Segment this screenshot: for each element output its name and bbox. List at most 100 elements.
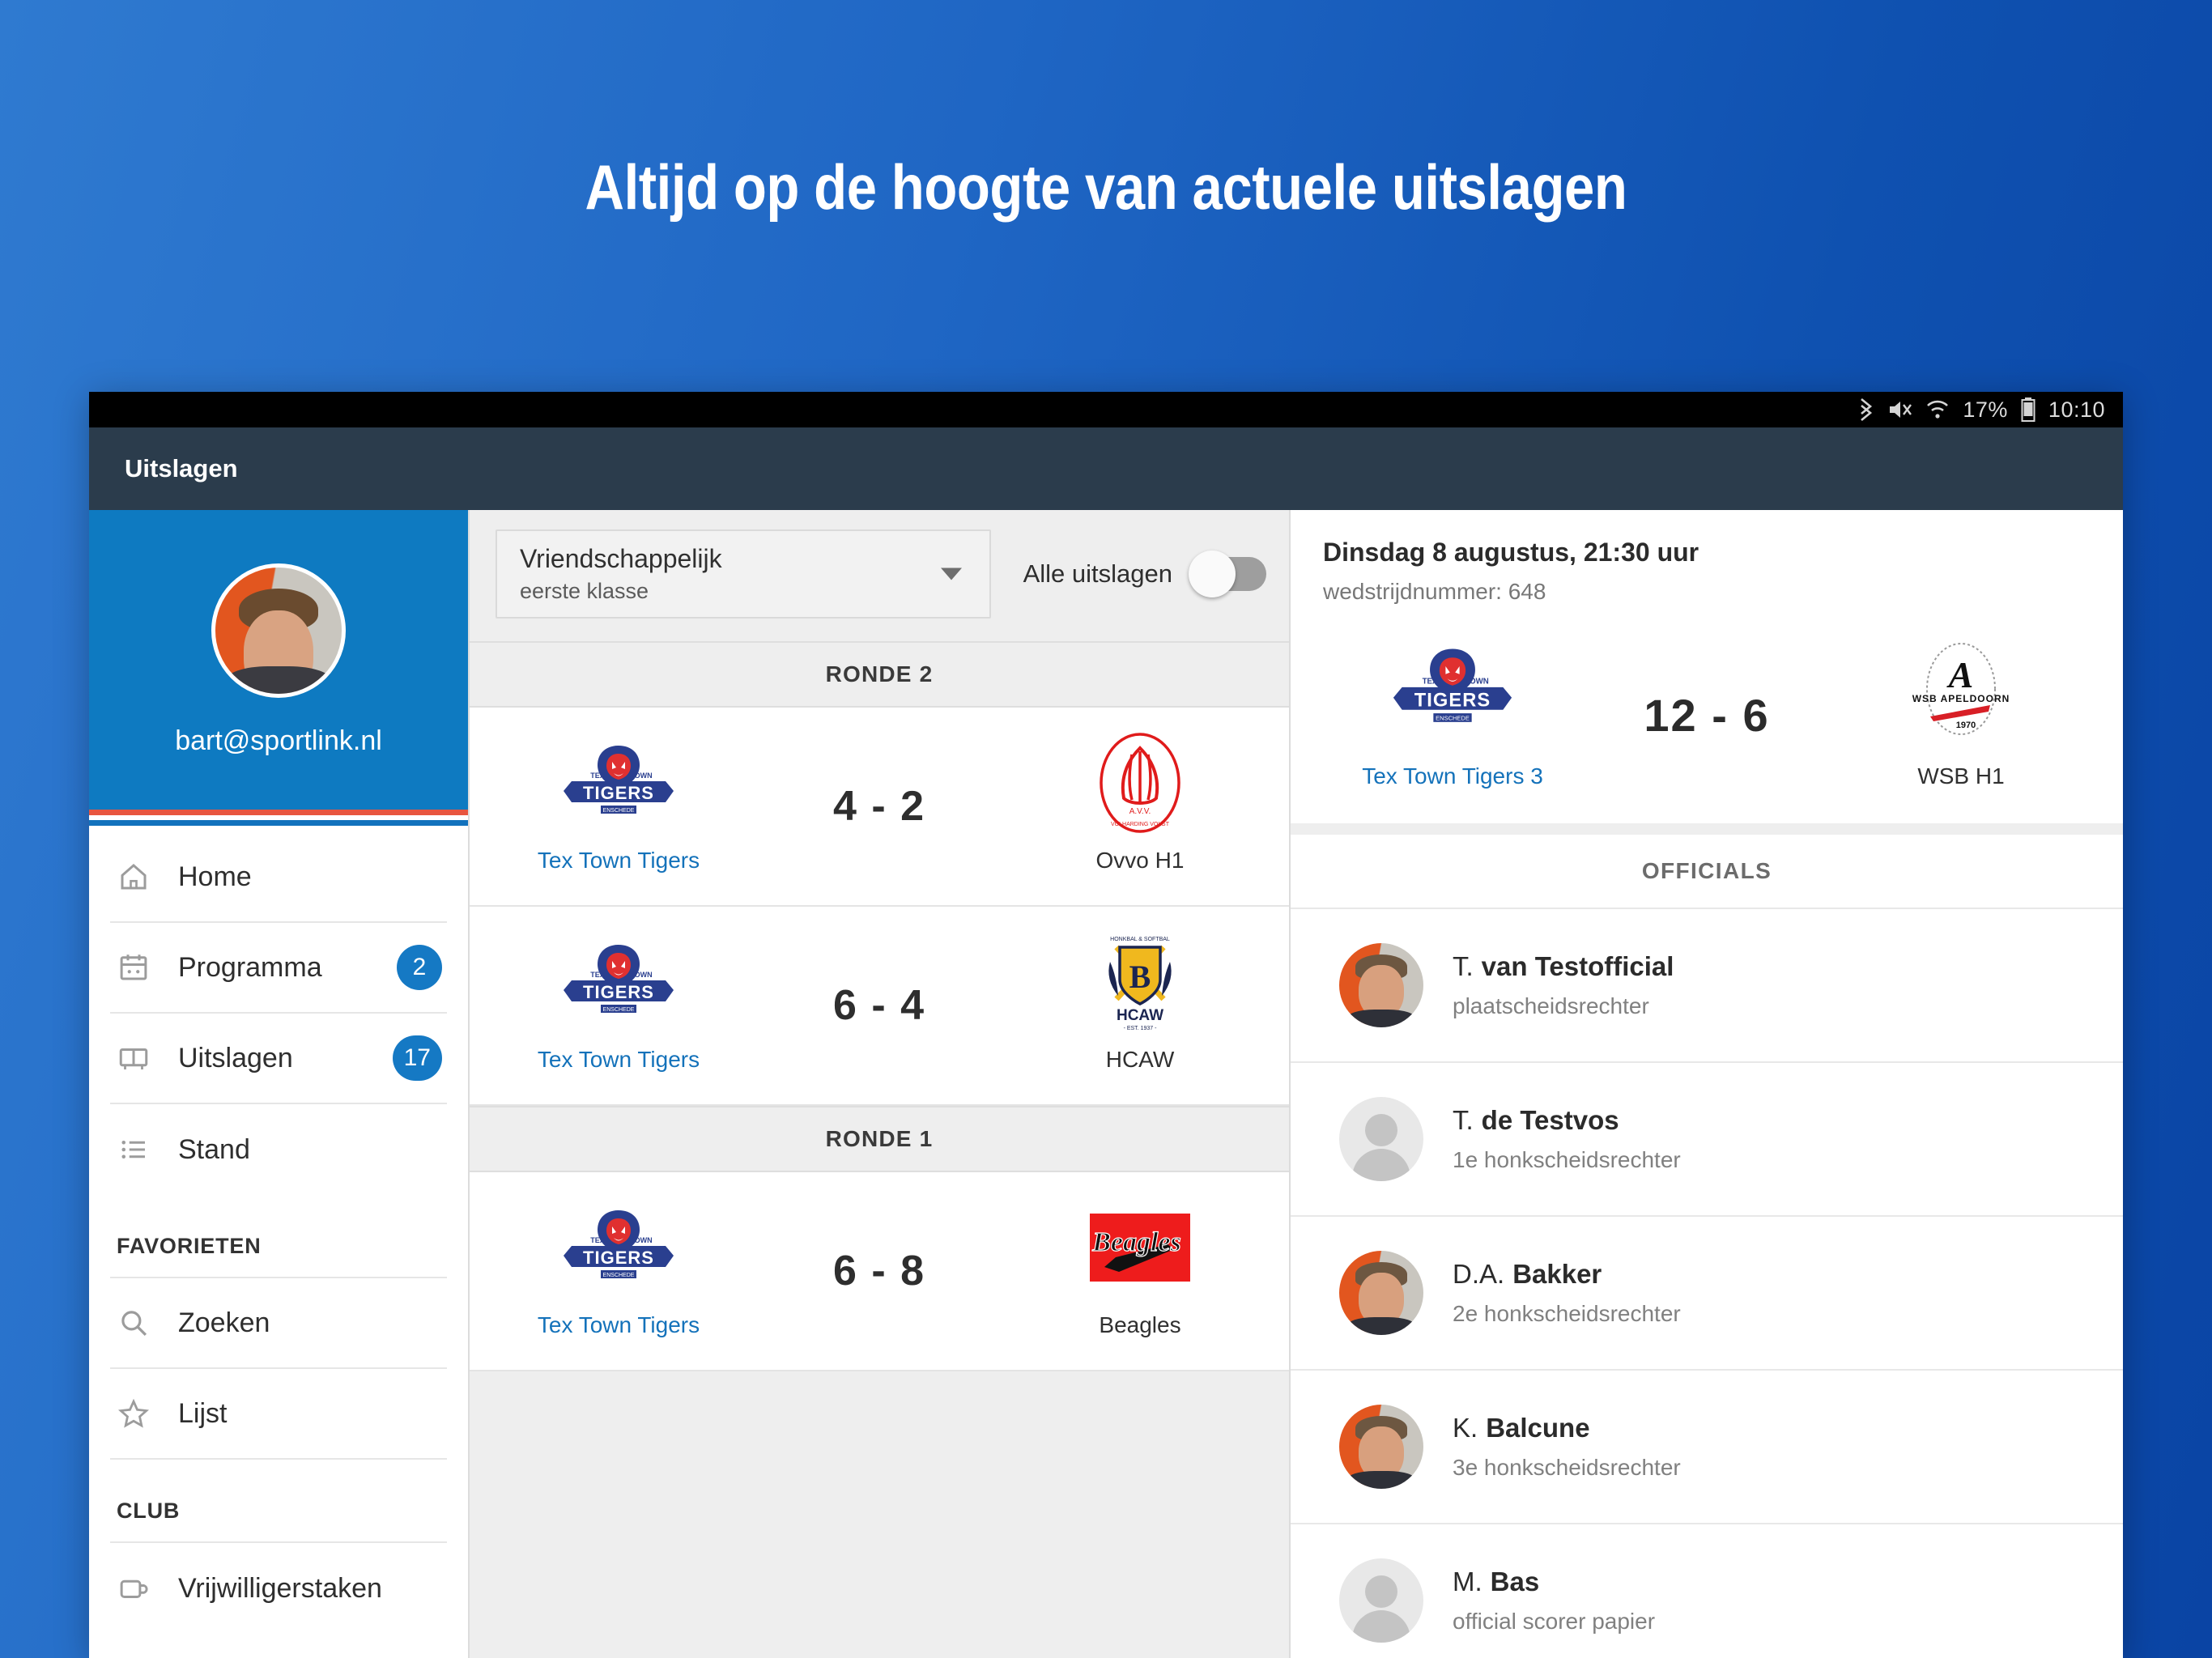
all-results-toggle-wrap[interactable]: Alle uitslagen [1023, 551, 1266, 597]
svg-text:HCAW: HCAW [1117, 1007, 1163, 1024]
sidebar-item-label: Programma [178, 951, 322, 983]
official-role: 3e honkscheidsrechter [1453, 1455, 1681, 1480]
team-name: Tex Town Tigers [537, 848, 700, 873]
detail-home-team[interactable]: TIGERS TEX TOWN ENSCHEDE Tex Town Tigers… [1323, 640, 1582, 789]
sidebar-item-vrijwilligerstaken[interactable]: Vrijwilligerstaken [110, 1543, 447, 1634]
avatar [1339, 1251, 1423, 1335]
home-team[interactable]: TIGERS TEX TOWN ENSCHEDE Tex Town Tigers [497, 1204, 740, 1338]
match-row[interactable]: TIGERS TEX TOWN ENSCHEDE Tex Town Tigers… [470, 708, 1289, 907]
official-surname: Bas [1490, 1567, 1540, 1596]
status-badge: 17 [392, 1035, 442, 1081]
nav-section-favorieten: FAVORIETEN [110, 1195, 447, 1278]
battery-percent: 17% [1963, 397, 2008, 422]
official-name: T. de Testvos [1453, 1105, 1681, 1136]
svg-text:ENSCHEDE: ENSCHEDE [603, 1273, 635, 1278]
home-team[interactable]: TIGERS TEX TOWN ENSCHEDE Tex Town Tigers [497, 938, 740, 1073]
list-icon [117, 1133, 151, 1167]
sidebar-item-label: Vrijwilligerstaken [178, 1572, 382, 1604]
team-name: HCAW [1105, 1047, 1175, 1072]
sidebar-item-label: Stand [178, 1133, 250, 1165]
filter-bar: Vriendschappelijk eerste klasse Alle uit… [470, 510, 1289, 641]
official-name: T. van Testofficial [1453, 951, 1674, 982]
tablet-device-frame: 17% 10:10 Uitslagen bart@sportlink.nl Ho… [89, 392, 2123, 1658]
toggle-knob [1189, 551, 1236, 597]
svg-text:TEX: TEX [590, 1236, 605, 1244]
scoreboard-icon [117, 1041, 151, 1075]
cup-icon [117, 1571, 151, 1605]
sidebar-item-label: Zoeken [178, 1307, 270, 1338]
competition-dropdown[interactable]: Vriendschappelijk eerste klasse [496, 529, 991, 619]
dropdown-value: Vriendschappelijk [520, 544, 722, 573]
svg-text:A: A [1946, 654, 1974, 695]
official-initials: T. [1453, 1105, 1474, 1135]
star-icon [117, 1397, 151, 1431]
svg-text:TEX: TEX [590, 971, 605, 979]
sidebar-item-label: Uitslagen [178, 1042, 293, 1073]
avatar-torso [225, 665, 332, 694]
app-content: bart@sportlink.nl Home Programma 2 Uitsl… [89, 510, 2123, 1658]
status-badge: 2 [397, 945, 442, 990]
sidebar-item-programma[interactable]: Programma 2 [110, 923, 447, 1014]
match-row[interactable]: TIGERS TEX TOWN ENSCHEDE Tex Town Tigers… [470, 1172, 1289, 1371]
round-header: RONDE 1 [470, 1106, 1289, 1172]
official-role: plaatscheidsrechter [1453, 993, 1649, 1018]
sidebar-item-lijst[interactable]: Lijst [110, 1369, 447, 1460]
official-role: official scorer papier [1453, 1609, 1656, 1634]
match-row[interactable]: TIGERS TEX TOWN ENSCHEDE Tex Town Tigers… [470, 907, 1289, 1106]
tigers-logo: TIGERS TEX TOWN ENSCHEDE [551, 1204, 687, 1291]
status-clock: 10:10 [2048, 397, 2105, 422]
nav-section-club: CLUB [110, 1460, 447, 1543]
list-item[interactable]: M. Bas official scorer papier [1291, 1524, 2123, 1658]
sidebar-item-stand[interactable]: Stand [110, 1104, 447, 1195]
official-role: 1e honkscheidsrechter [1453, 1147, 1681, 1172]
list-item[interactable]: K. Balcune 3e honkscheidsrechter [1291, 1371, 2123, 1524]
round-header: RONDE 2 [470, 641, 1289, 708]
svg-text:HONKBAL & SOFTBAL: HONKBAL & SOFTBAL [1110, 937, 1170, 942]
team-name: Tex Town Tigers [537, 1312, 700, 1337]
list-item[interactable]: D.A. Bakker 2e honkscheidsrechter [1291, 1217, 2123, 1371]
beagles-logo: Beagles [1072, 1204, 1208, 1291]
officials-section-header: OFFICIALS [1291, 835, 2123, 909]
detail-home-team-name: Tex Town Tigers 3 [1362, 763, 1543, 789]
svg-text:- EST. 1937 -: - EST. 1937 - [1124, 1026, 1158, 1031]
away-team: A.V.V. VOLHARDING VOLGT Ovvo H1 [1019, 733, 1261, 874]
svg-text:A.V.V.: A.V.V. [1129, 807, 1151, 816]
sidebar-item-uitslagen[interactable]: Uitslagen 17 [110, 1014, 447, 1104]
chevron-down-icon[interactable] [940, 568, 962, 580]
match-datetime: Dinsdag 8 augustus, 21:30 uur [1323, 538, 1699, 567]
svg-text:WSB APELDOORN: WSB APELDOORN [1912, 693, 2010, 704]
team-name: Tex Town Tigers [537, 1047, 700, 1072]
profile-header[interactable]: bart@sportlink.nl [89, 510, 468, 810]
wifi-icon [1925, 399, 1950, 420]
home-team[interactable]: TIGERS TEX TOWN ENSCHEDE Tex Town Tigers [497, 739, 740, 874]
svg-text:ENSCHEDE: ENSCHEDE [1436, 715, 1470, 722]
official-initials: K. [1453, 1413, 1478, 1443]
away-team: HONKBAL & SOFTBAL B HCAW - EST. 1937 - H… [1019, 937, 1261, 1073]
sidebar-item-zoeken[interactable]: Zoeken [110, 1278, 447, 1369]
sidebar-item-label: Home [178, 861, 252, 892]
sidebar-item-home[interactable]: Home [110, 832, 447, 923]
official-surname: Balcune [1486, 1413, 1590, 1443]
match-score: 6 - 8 [832, 1248, 926, 1295]
svg-text:TIGERS: TIGERS [583, 1248, 654, 1268]
svg-text:VOLHARDING VOLGT: VOLHARDING VOLGT [1111, 822, 1170, 827]
all-results-toggle[interactable] [1189, 551, 1266, 597]
calendar-icon [117, 950, 151, 984]
avatar-placeholder-icon [1339, 1097, 1423, 1181]
official-surname: Bakker [1512, 1259, 1602, 1289]
match-detail-header: Dinsdag 8 augustus, 21:30 uur wedstrijdn… [1291, 510, 2123, 626]
list-item[interactable]: T. van Testofficial plaatscheidsrechter [1291, 909, 2123, 1063]
official-surname: van Testofficial [1481, 951, 1674, 981]
bluetooth-icon [1857, 397, 1875, 422]
wsb-apeldoorn-logo: A WSB APELDOORN 1970 [1888, 640, 2034, 738]
team-name: Beagles [1099, 1312, 1181, 1337]
away-team: Beagles Beagles [1019, 1204, 1261, 1338]
svg-text:TOWN: TOWN [630, 772, 652, 780]
tigers-logo: TIGERS TEX TOWN ENSCHEDE [551, 739, 687, 827]
match-detail-score-row: TIGERS TEX TOWN ENSCHEDE Tex Town Tigers… [1291, 626, 2123, 835]
nav-group-main: Home Programma 2 Uitslagen 17 Stand [110, 826, 447, 1195]
svg-text:Beagles: Beagles [1091, 1227, 1181, 1257]
toggle-label: Alle uitslagen [1023, 559, 1172, 588]
list-item[interactable]: T. de Testvos 1e honkscheidsrechter [1291, 1063, 2123, 1217]
home-icon [117, 860, 151, 894]
